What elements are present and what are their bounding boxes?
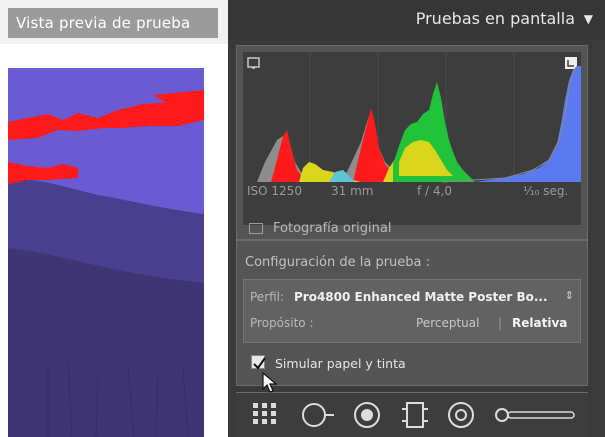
original-photo-toggle[interactable]: Fotografía original [249, 221, 391, 239]
graduated-filter-icon[interactable] [400, 400, 430, 430]
preview-tab-label: Vista previa de prueba [16, 14, 191, 32]
panel-header[interactable]: Pruebas en pantalla ▼ [228, 0, 605, 40]
profile-label: Perfil: [250, 290, 285, 304]
collapse-arrow-icon[interactable]: ▼ [584, 12, 593, 26]
preview-tab[interactable]: Vista previa de prueba [8, 8, 218, 38]
tool-strip [236, 392, 588, 437]
simulate-paper-ink-checkbox[interactable] [251, 355, 266, 370]
simulate-paper-ink-label: Simular papel y tinta [275, 356, 406, 371]
aperture-value: f / 4,0 [417, 184, 452, 198]
original-photo-checkbox[interactable] [249, 223, 263, 234]
focal-length-value: 31 mm [331, 184, 374, 198]
shutter-value: ¹⁄₁₀ seg. [523, 184, 569, 198]
spot-removal-icon[interactable] [300, 400, 336, 430]
panel-title: Pruebas en pantalla [415, 9, 575, 28]
intent-label: Propósito : [250, 316, 314, 330]
soft-proofing-panel: Pruebas en pantalla ▼ ISO 1250 31 mm f /… [228, 0, 605, 437]
intent-divider: | [498, 316, 503, 330]
profile-dropdown-icon[interactable]: ⇕ [565, 289, 574, 302]
profile-select[interactable]: Pro4800 Enhanced Matte Poster Bo... [294, 290, 548, 304]
exif-info: ISO 1250 31 mm f / 4,0 ¹⁄₁₀ seg. [245, 184, 581, 202]
brush-slider-icon[interactable] [494, 400, 578, 430]
radial-filter-icon[interactable] [446, 400, 476, 430]
highlight-clipping-icon[interactable] [565, 57, 577, 69]
iso-value: ISO 1250 [247, 184, 302, 198]
original-photo-label: Fotografía original [273, 221, 392, 236]
grid-crop-icon[interactable] [250, 400, 280, 428]
preview-area: Vista previa de prueba [0, 0, 228, 437]
intent-perceptual-option[interactable]: Perceptual [416, 316, 479, 330]
redeye-icon[interactable] [352, 400, 382, 430]
checkmark-icon [253, 357, 266, 370]
histogram-section: ISO 1250 31 mm f / 4,0 ¹⁄₁₀ seg. Fotogra… [236, 45, 588, 240]
proof-settings-section: Configuración de la prueba : Perfil: Pro… [236, 240, 588, 386]
proof-preview-image [8, 68, 204, 437]
profile-settings-box: Perfil: Pro4800 Enhanced Matte Poster Bo… [243, 279, 581, 343]
mouse-cursor-icon [262, 372, 278, 393]
proof-settings-title: Configuración de la prueba : [245, 255, 431, 270]
intent-relative-option[interactable]: Relativa [512, 316, 567, 330]
